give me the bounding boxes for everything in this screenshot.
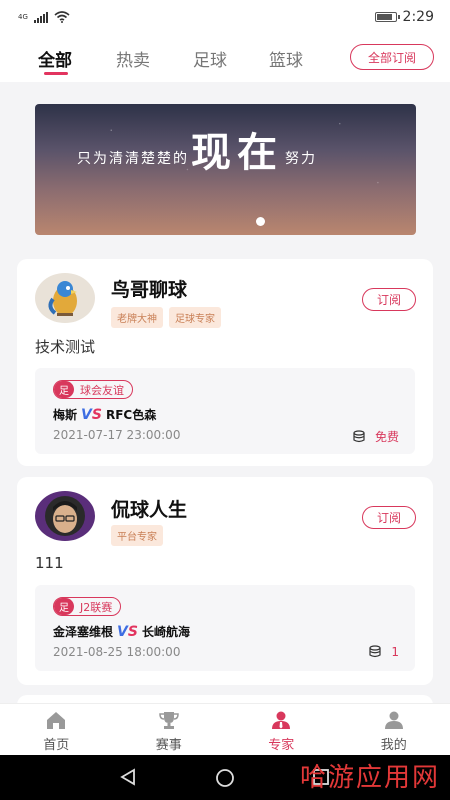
status-bar: 4G 2:29	[0, 0, 450, 34]
back-icon[interactable]	[118, 767, 138, 787]
vs-icon: VS	[81, 406, 102, 423]
tab-basketball[interactable]: 篮球	[269, 46, 303, 71]
promo-banner[interactable]: 只为清清楚楚的 现在 努力	[35, 104, 416, 235]
expert-tag: 平台专家	[111, 525, 163, 546]
carousel-dot[interactable]	[256, 217, 265, 226]
battery-icon	[374, 12, 400, 22]
home-team: 梅斯	[53, 408, 78, 422]
expert-tag: 老牌大神	[111, 307, 163, 328]
home-team: 金泽塞维根	[53, 625, 114, 639]
home-circle-icon[interactable]	[214, 767, 236, 789]
bottom-nav: 首页 赛事 专家 我的	[0, 703, 450, 755]
expert-card[interactable]: 鸟哥聊球 老牌大神 足球专家 订阅 技术测试 足 球会友谊 梅斯 VS RFC色…	[17, 259, 433, 466]
network-label: 4G	[18, 12, 28, 21]
tab-all[interactable]: 全部	[38, 46, 72, 71]
active-tab-indicator	[44, 72, 68, 75]
football-mark: 足	[54, 598, 74, 615]
home-icon	[47, 712, 66, 729]
away-team: RFC色森	[105, 408, 157, 422]
tab-football[interactable]: 足球	[193, 46, 227, 71]
league-badge: 足 球会友谊	[53, 380, 133, 399]
expert-name: 侃球人生	[111, 499, 188, 521]
expert-icon	[272, 711, 291, 729]
clock: 2:29	[402, 9, 434, 25]
tab-hot[interactable]: 热卖	[116, 46, 150, 71]
nav-home[interactable]: 首页	[0, 704, 113, 755]
watermark: 哈游应用网	[299, 763, 440, 793]
banner-slogan: 只为清清楚楚的 现在 努力	[77, 130, 317, 176]
away-team: 长崎航海	[141, 625, 190, 639]
expert-card[interactable]: 侃球人生 平台专家 订阅 111 足 J2联赛 金泽塞维根 VS 长崎航海 20…	[17, 477, 433, 685]
league-name: 球会友谊	[80, 383, 124, 397]
avatar[interactable]	[35, 273, 95, 323]
profile-icon	[384, 711, 403, 729]
wifi-icon	[54, 11, 70, 23]
nav-experts[interactable]: 专家	[225, 704, 338, 755]
avatar[interactable]	[35, 491, 95, 541]
league-name: J2联赛	[80, 600, 113, 614]
nav-profile[interactable]: 我的	[338, 704, 450, 755]
expert-name: 鸟哥聊球	[111, 279, 188, 301]
match-price: 免费	[374, 430, 399, 444]
subscribe-all-button[interactable]: 全部订阅	[350, 44, 434, 70]
vs-icon: VS	[117, 623, 138, 640]
match-card[interactable]: 足 球会友谊 梅斯 VS RFC色森 2021-07-17 23:00:00 免…	[35, 368, 415, 454]
coins-icon	[353, 429, 365, 442]
expert-tag: 足球专家	[169, 307, 221, 328]
trophy-icon	[158, 712, 179, 729]
subscribe-button[interactable]: 订阅	[362, 506, 416, 529]
expert-description: 111	[35, 554, 64, 572]
match-card[interactable]: 足 J2联赛 金泽塞维根 VS 长崎航海 2021-08-25 18:00:00…	[35, 585, 415, 671]
nav-events[interactable]: 赛事	[113, 704, 226, 755]
signal-icon	[33, 11, 48, 23]
football-mark: 足	[54, 381, 74, 398]
subscribe-button[interactable]: 订阅	[362, 288, 416, 311]
expert-description: 技术测试	[35, 338, 96, 356]
league-badge: 足 J2联赛	[53, 597, 122, 616]
match-time: 2021-07-17 23:00:00	[53, 428, 181, 442]
coins-icon	[369, 645, 381, 658]
match-price: 1	[391, 645, 399, 659]
match-time: 2021-08-25 18:00:00	[53, 645, 181, 659]
